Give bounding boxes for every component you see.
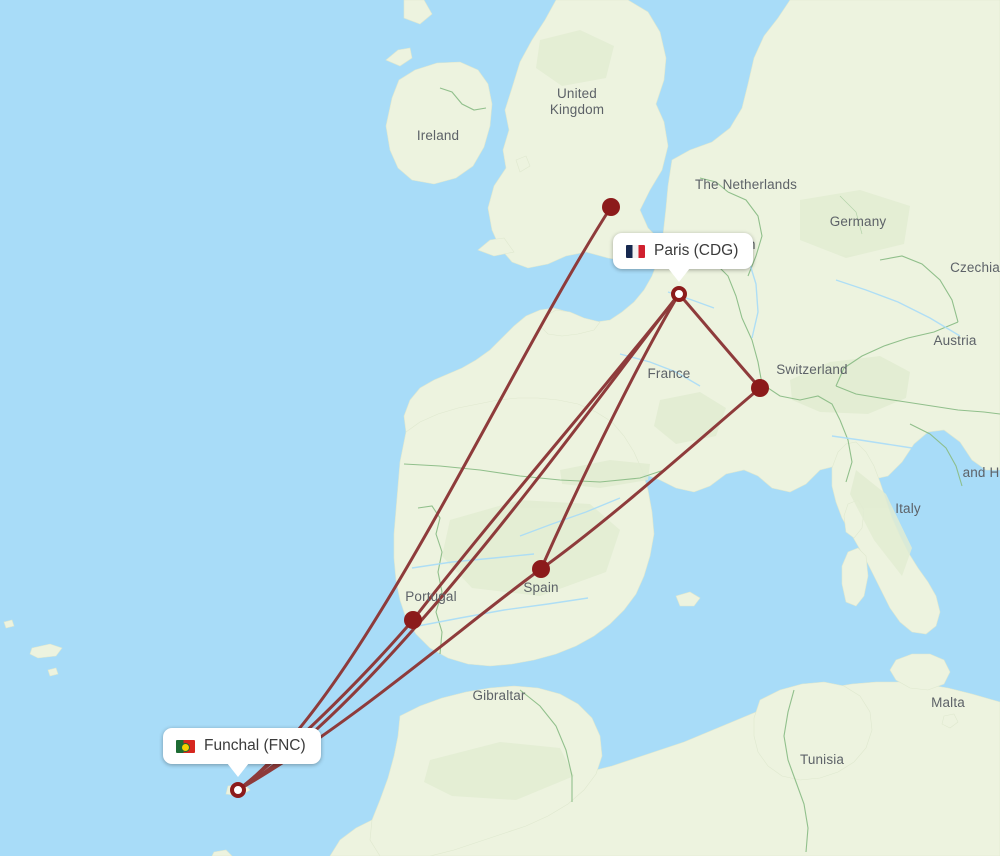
- airport-marker-funchal-fnc[interactable]: [230, 782, 246, 798]
- airport-label-funchal-fnc: Funchal (FNC): [204, 737, 306, 754]
- airport-label-paris-cdg: Paris (CDG): [654, 242, 739, 259]
- flag-icon-fr: [626, 244, 645, 258]
- airport-marker-paris-cdg[interactable]: [671, 286, 687, 302]
- waypoint-marker-madrid[interactable]: [532, 560, 550, 578]
- airport-tooltip-funchal-fnc[interactable]: Funchal (FNC): [163, 728, 321, 777]
- airport-tooltip-paris-cdg[interactable]: Paris (CDG): [613, 233, 754, 282]
- map-canvas: [0, 0, 1000, 856]
- flight-route-map[interactable]: Ireland United Kingdom The Netherlands Germ…: [0, 0, 1000, 856]
- waypoint-marker-geneva[interactable]: [751, 379, 769, 397]
- tooltip-tail-funchal-fnc: [227, 763, 249, 777]
- waypoint-marker-lisbon[interactable]: [404, 611, 422, 629]
- tooltip-tail-paris-cdg: [668, 268, 690, 282]
- flag-icon-pt: [176, 739, 195, 753]
- waypoint-marker-london[interactable]: [602, 198, 620, 216]
